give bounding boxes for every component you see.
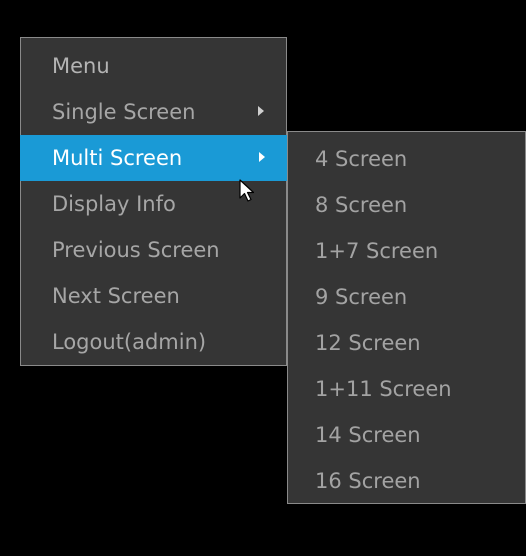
submenu-item-label: 1+7 Screen bbox=[315, 239, 439, 263]
submenu-item-1-plus-7-screen[interactable]: 1+7 Screen bbox=[288, 228, 525, 274]
menu-item-multi-screen[interactable]: Multi Screen bbox=[20, 135, 287, 181]
submenu-item-16-screen[interactable]: 16 Screen bbox=[288, 458, 525, 504]
mouse-pointer-icon bbox=[239, 179, 255, 202]
menu-item-previous-screen[interactable]: Previous Screen bbox=[21, 227, 286, 273]
menu-item-label: Next Screen bbox=[52, 284, 180, 308]
menu-item-menu[interactable]: Menu bbox=[21, 43, 286, 89]
menu-item-next-screen[interactable]: Next Screen bbox=[21, 273, 286, 319]
menu-item-label: Single Screen bbox=[52, 100, 196, 124]
submenu-item-label: 9 Screen bbox=[315, 285, 408, 309]
submenu-item-14-screen[interactable]: 14 Screen bbox=[288, 412, 525, 458]
submenu-item-label: 16 Screen bbox=[315, 469, 421, 493]
submenu-item-label: 1+11 Screen bbox=[315, 377, 452, 401]
menu-item-logout[interactable]: Logout(admin) bbox=[21, 319, 286, 365]
menu-item-single-screen[interactable]: Single Screen bbox=[21, 89, 286, 135]
menu-item-label: Menu bbox=[52, 54, 110, 78]
submenu-item-label: 12 Screen bbox=[315, 331, 421, 355]
chevron-right-icon bbox=[259, 152, 265, 162]
submenu-item-4-screen[interactable]: 4 Screen bbox=[288, 136, 525, 182]
submenu-item-1-plus-11-screen[interactable]: 1+11 Screen bbox=[288, 366, 525, 412]
multi-screen-submenu: 4 Screen 8 Screen 1+7 Screen 9 Screen 12… bbox=[287, 131, 526, 504]
menu-item-label: Previous Screen bbox=[52, 238, 220, 262]
submenu-item-12-screen[interactable]: 12 Screen bbox=[288, 320, 525, 366]
chevron-right-icon bbox=[258, 106, 264, 116]
menu-item-label: Display Info bbox=[52, 192, 176, 216]
menu-item-label: Multi Screen bbox=[52, 146, 183, 170]
submenu-item-8-screen[interactable]: 8 Screen bbox=[288, 182, 525, 228]
submenu-item-label: 8 Screen bbox=[315, 193, 408, 217]
submenu-item-label: 4 Screen bbox=[315, 147, 408, 171]
submenu-item-label: 14 Screen bbox=[315, 423, 421, 447]
submenu-item-9-screen[interactable]: 9 Screen bbox=[288, 274, 525, 320]
menu-item-label: Logout(admin) bbox=[52, 330, 207, 354]
